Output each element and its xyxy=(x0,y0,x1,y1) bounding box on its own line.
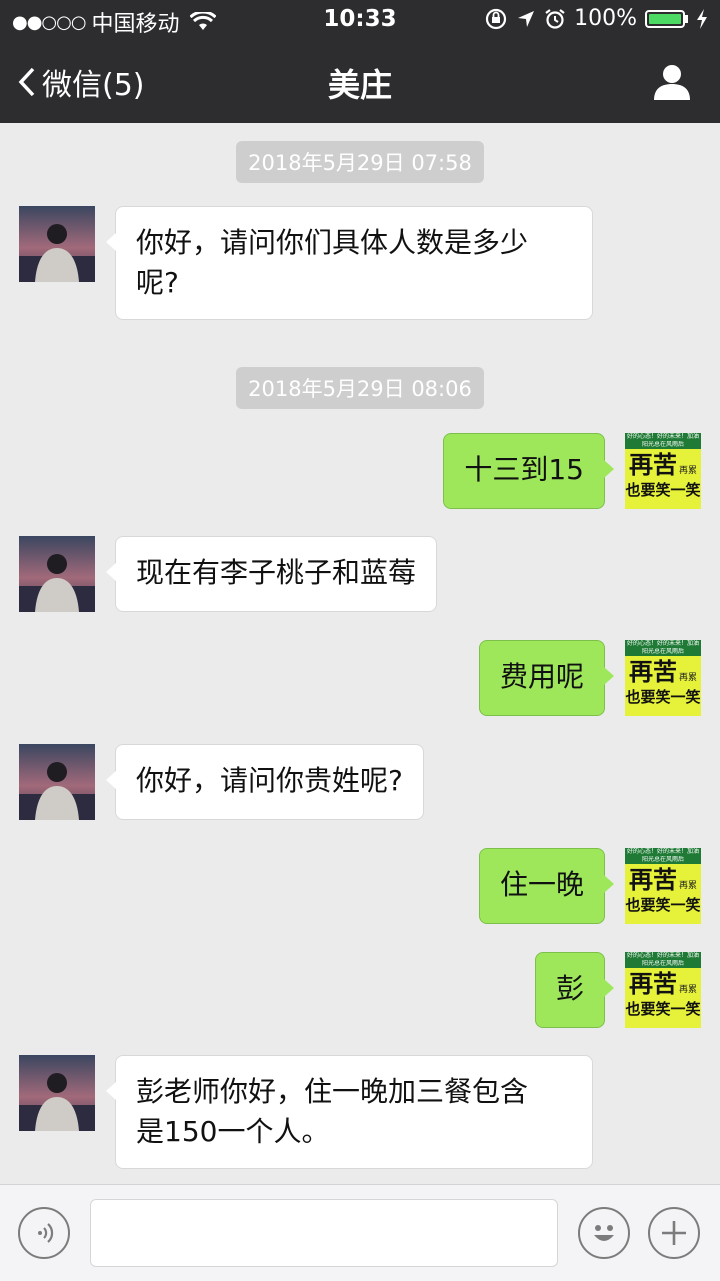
status-right: 100% xyxy=(484,6,708,31)
message-text: 费用呢 xyxy=(499,660,584,693)
avatar-main-text: 再苦 再累 xyxy=(628,865,697,894)
voice-icon xyxy=(38,1223,54,1243)
message-text: 十三到15 xyxy=(464,453,584,486)
battery-tip xyxy=(685,14,688,23)
input-bar xyxy=(0,1184,720,1281)
avatar-main-text: 再苦 再累 xyxy=(628,450,697,479)
message-text-line: 呢? xyxy=(136,266,179,299)
voice-toggle-button[interactable] xyxy=(18,1207,70,1259)
message-text-line: 你好，请问你们具体人数是多少 xyxy=(136,226,529,259)
message-bubble-outgoing[interactable]: 十三到15 xyxy=(443,433,614,509)
plus-icon xyxy=(662,1221,686,1245)
emoji-button[interactable] xyxy=(578,1207,630,1259)
alarm-icon xyxy=(545,8,565,29)
timestamp-text: 2018年5月29日 07:58 xyxy=(236,141,484,183)
my-avatar[interactable]: 好的心态！好的未来！加油 阳光总在风雨后 再苦 再累也要笑一笑 xyxy=(625,848,701,924)
nav-bar: 微信(5) 美庄 xyxy=(0,40,720,123)
my-avatar[interactable]: 好的心态！好的未来！加油 阳光总在风雨后 再苦 再累也要笑一笑 xyxy=(625,433,701,509)
avatar-bottom-text: 也要笑一笑 xyxy=(625,481,701,499)
battery-icon xyxy=(645,9,685,28)
timestamp-text: 2018年5月29日 08:06 xyxy=(236,367,484,409)
more-button[interactable] xyxy=(648,1207,700,1259)
message-text-line: 是150一个人。 xyxy=(136,1115,330,1148)
message-bubble-outgoing[interactable]: 住一晚 xyxy=(478,848,615,924)
charging-icon xyxy=(697,8,707,29)
message-bubble-incoming[interactable]: 你好，请问你贵姓呢? xyxy=(106,744,424,820)
message-text: 住一晚 xyxy=(499,868,584,901)
avatar-top-text: 好的心态！好的未来！加油 xyxy=(625,952,701,960)
avatar-bottom-text: 也要笑一笑 xyxy=(625,896,701,914)
message-bubble-outgoing[interactable]: 费用呢 xyxy=(478,640,615,716)
contact-avatar[interactable] xyxy=(19,1055,95,1131)
battery-percent: 100% xyxy=(574,6,637,31)
message-text: 彭 xyxy=(555,972,584,1005)
chat-title: 美庄 xyxy=(327,66,392,104)
message-bubble-incoming[interactable]: 现在有李子桃子和蓝莓 xyxy=(105,536,438,612)
contact-avatar[interactable] xyxy=(19,744,95,820)
avatar-top-text: 阳光总在风雨后 xyxy=(625,441,701,449)
avatar-top-text: 阳光总在风雨后 xyxy=(625,648,701,656)
rotation-lock-icon xyxy=(485,8,507,29)
avatar-top-text: 阳光总在风雨后 xyxy=(625,856,701,864)
avatar-top-text: 好的心态！好的未来！加油 xyxy=(625,640,701,648)
avatar-bottom-text: 也要笑一笑 xyxy=(625,1000,701,1018)
avatar-main-text: 再苦 再累 xyxy=(628,657,697,686)
emoji-icon xyxy=(594,1225,614,1241)
my-avatar[interactable]: 好的心态！好的未来！加油 阳光总在风雨后 再苦 再累也要笑一笑 xyxy=(625,640,701,716)
message-bubble-outgoing[interactable]: 彭 xyxy=(534,952,615,1028)
message-bubble-incoming[interactable]: 彭老师你好，住一晚加三餐包含 是150一个人。 xyxy=(106,1055,593,1169)
contact-avatar[interactable] xyxy=(19,536,95,612)
message-bubble-incoming[interactable]: 你好，请问你们具体人数是多少 呢? xyxy=(106,206,593,320)
message-text-line: 彭老师你好，住一晚加三餐包含 xyxy=(136,1075,529,1108)
battery-fill xyxy=(649,13,681,24)
avatar-top-text: 阳光总在风雨后 xyxy=(625,960,701,968)
location-icon xyxy=(518,10,535,27)
status-bar: ●●○○○ 中国移动 10:33 100% xyxy=(0,0,720,40)
message-text: 你好，请问你贵姓呢? xyxy=(136,764,403,797)
avatar-bottom-text: 也要笑一笑 xyxy=(625,688,701,706)
message-input[interactable] xyxy=(90,1199,558,1267)
contact-avatar[interactable] xyxy=(19,206,95,282)
my-avatar[interactable]: 好的心态！好的未来！加油 阳光总在风雨后 再苦 再累也要笑一笑 xyxy=(625,952,701,1028)
timestamp: 2018年5月29日 07:58 xyxy=(0,141,720,183)
timestamp: 2018年5月29日 08:06 xyxy=(0,367,720,409)
profile-icon[interactable] xyxy=(652,62,692,102)
message-text: 现在有李子桃子和蓝莓 xyxy=(136,556,417,589)
avatar-top-text: 好的心态！好的未来！加油 xyxy=(625,433,701,441)
avatar-main-text: 再苦 再累 xyxy=(628,969,697,998)
avatar-top-text: 好的心态！好的未来！加油 xyxy=(625,848,701,856)
